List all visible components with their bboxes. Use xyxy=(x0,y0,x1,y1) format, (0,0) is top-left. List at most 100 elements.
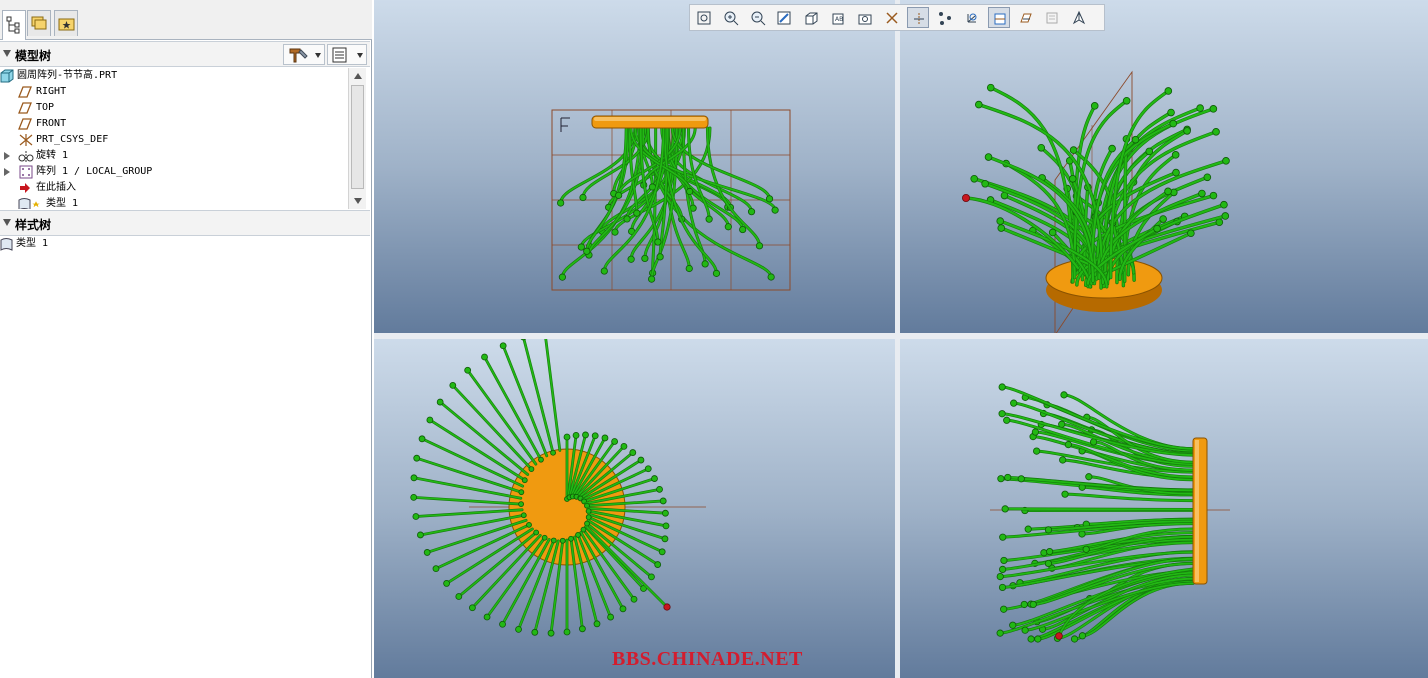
viewport-splitter-vertical[interactable] xyxy=(895,0,900,678)
expand-arrow-icon[interactable] xyxy=(4,168,10,176)
repaint-button[interactable] xyxy=(773,7,795,28)
folder-browser-icon xyxy=(31,16,47,30)
end-ball xyxy=(1068,175,1077,183)
end-ball xyxy=(998,583,1007,592)
tree-item-style[interactable]: 类型 1 xyxy=(18,196,218,209)
end-ball xyxy=(1159,215,1167,223)
show-menu-button[interactable] xyxy=(327,44,367,65)
end-ball xyxy=(999,533,1007,541)
end-ball xyxy=(1060,391,1068,399)
end-ball xyxy=(520,512,527,519)
end-ball xyxy=(1183,127,1191,135)
tab-folder-browser[interactable] xyxy=(27,10,51,36)
viewport-splitter-horizontal[interactable] xyxy=(374,333,1428,339)
tree-columns-icon xyxy=(332,47,347,63)
end-ball xyxy=(1078,632,1087,640)
tree-item-csys[interactable]: PRT_CSYS_DEF xyxy=(18,132,218,148)
end-ball xyxy=(974,100,983,109)
model-tree-scrollbar[interactable] xyxy=(348,68,366,209)
end-ball xyxy=(579,193,587,202)
shading-button[interactable] xyxy=(800,7,822,28)
end-ball xyxy=(611,228,619,236)
zoom-out-button[interactable] xyxy=(747,7,769,28)
end-ball xyxy=(533,529,540,536)
end-ball xyxy=(747,208,756,216)
end-ball xyxy=(1033,447,1041,455)
end-ball xyxy=(521,477,528,484)
zoom-fit-button[interactable] xyxy=(693,7,715,28)
annotation-display-button[interactable] xyxy=(1041,7,1063,28)
end-ball xyxy=(661,535,669,543)
tree-item-part[interactable]: 圆周阵列-节节高.PRT xyxy=(0,68,340,84)
pattern-icon xyxy=(19,165,33,179)
expand-arrow-icon[interactable] xyxy=(4,152,10,160)
viewport-top[interactable] xyxy=(374,339,895,678)
end-ball xyxy=(1034,635,1042,643)
orient-mode-button[interactable] xyxy=(1068,7,1090,28)
view-manager-button[interactable] xyxy=(854,7,876,28)
end-ball xyxy=(541,534,548,541)
tree-item-label: 在此插入 xyxy=(36,182,76,193)
end-ball xyxy=(620,442,628,450)
end-ball xyxy=(648,275,656,283)
point-display-button[interactable] xyxy=(934,7,956,28)
end-ball xyxy=(1171,151,1180,159)
end-ball xyxy=(648,573,655,581)
plane-display-button[interactable] xyxy=(987,7,1010,28)
end-ball xyxy=(418,435,426,443)
style-tree-item[interactable]: 类型 1 xyxy=(0,236,200,252)
zoom-in-button[interactable] xyxy=(720,7,742,28)
scroll-thumb[interactable] xyxy=(351,85,364,189)
collapse-triangle-icon[interactable] xyxy=(3,219,11,226)
scroll-up-icon[interactable] xyxy=(354,73,362,79)
viewport-isometric[interactable] xyxy=(900,0,1428,333)
end-ball xyxy=(572,431,580,439)
saved-views-button[interactable]: AB xyxy=(827,7,849,28)
end-ball xyxy=(1027,635,1035,643)
end-ball xyxy=(755,242,764,250)
end-ball xyxy=(1122,96,1131,105)
end-ball xyxy=(662,522,670,530)
view-toolbar: AB xyxy=(689,4,1105,31)
model-tree-header[interactable]: 模型树 xyxy=(0,41,370,67)
tab-model-tree[interactable] xyxy=(2,10,26,40)
csys-display-icon xyxy=(967,13,977,23)
scroll-down-icon[interactable] xyxy=(354,198,362,204)
tree-item-front[interactable]: FRONT xyxy=(18,116,218,132)
style-tree-header[interactable]: 样式树 xyxy=(0,210,370,236)
end-ball xyxy=(1046,547,1054,556)
end-ball xyxy=(1090,102,1099,110)
disc-highlight xyxy=(594,117,706,121)
tree-item-pattern[interactable]: 阵列 1 / LOCAL_GROUP xyxy=(4,164,204,180)
end-ball xyxy=(686,187,694,196)
zoom-out-icon xyxy=(751,11,765,26)
end-ball xyxy=(426,416,434,424)
axis-display-button[interactable] xyxy=(907,7,930,28)
style-icon xyxy=(18,198,40,209)
end-ball xyxy=(583,247,591,255)
settings-button[interactable] xyxy=(283,44,325,65)
tree-item-top[interactable]: TOP xyxy=(18,100,218,116)
collapse-triangle-icon[interactable] xyxy=(3,50,11,57)
tab-favorites[interactable] xyxy=(54,10,78,36)
end-ball xyxy=(575,531,581,538)
viewport-front[interactable] xyxy=(374,0,895,333)
end-ball xyxy=(999,565,1007,573)
end-ball xyxy=(1070,635,1079,643)
end-ball xyxy=(443,580,450,587)
model-tree-title: 模型树 xyxy=(15,49,52,63)
csys-display-button[interactable] xyxy=(961,7,983,28)
part-icon xyxy=(0,69,14,83)
end-ball xyxy=(558,273,566,281)
viewport-side[interactable] xyxy=(900,339,1428,678)
tree-item-insert-here[interactable]: 在此插入 xyxy=(18,180,218,196)
tree-item-revolve[interactable]: 旋转 1 xyxy=(4,148,204,164)
end-ball xyxy=(1187,229,1195,238)
end-ball xyxy=(1209,191,1218,200)
datum-display-button[interactable] xyxy=(881,7,903,28)
tree-item-right[interactable]: RIGHT xyxy=(18,84,218,100)
end-ball xyxy=(1059,456,1067,464)
spin-center-button[interactable] xyxy=(1015,7,1037,28)
point-display-icon xyxy=(939,12,952,25)
end-ball xyxy=(629,449,637,456)
